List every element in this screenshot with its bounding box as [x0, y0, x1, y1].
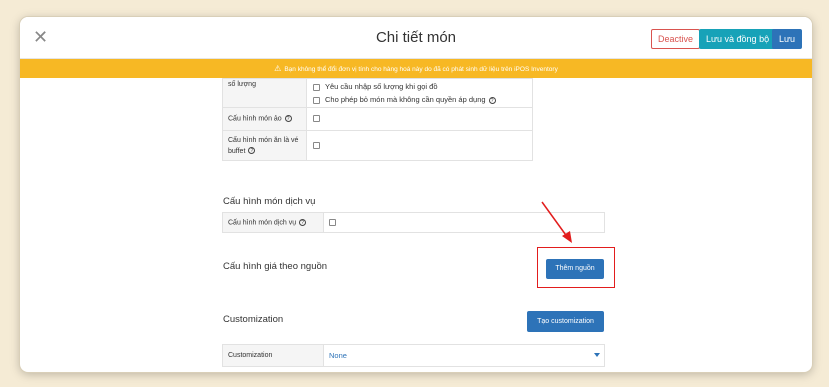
modal-body: số lượng Yêu cầu nhập số lượng khi gọi đ… — [20, 78, 812, 372]
annotation-arrow-icon — [541, 201, 572, 243]
warning-text: Bạn không thể đổi đơn vị tính cho hàng h… — [284, 66, 558, 73]
deactive-button[interactable]: Deactive — [651, 29, 701, 49]
save-and-sync-button[interactable]: Lưu và đồng bộ — [699, 29, 777, 49]
save-button[interactable]: Lưu — [772, 29, 803, 49]
warning-icon: ⚠ — [274, 64, 282, 73]
modal-window: ✕ Chi tiết món Deactive Lưu và đồng bộ L… — [20, 17, 812, 372]
modal-header: ✕ Chi tiết món Deactive Lưu và đồng bộ L… — [20, 17, 812, 59]
warning-banner: ⚠ Bạn không thể đổi đơn vị tính cho hàng … — [20, 59, 812, 78]
